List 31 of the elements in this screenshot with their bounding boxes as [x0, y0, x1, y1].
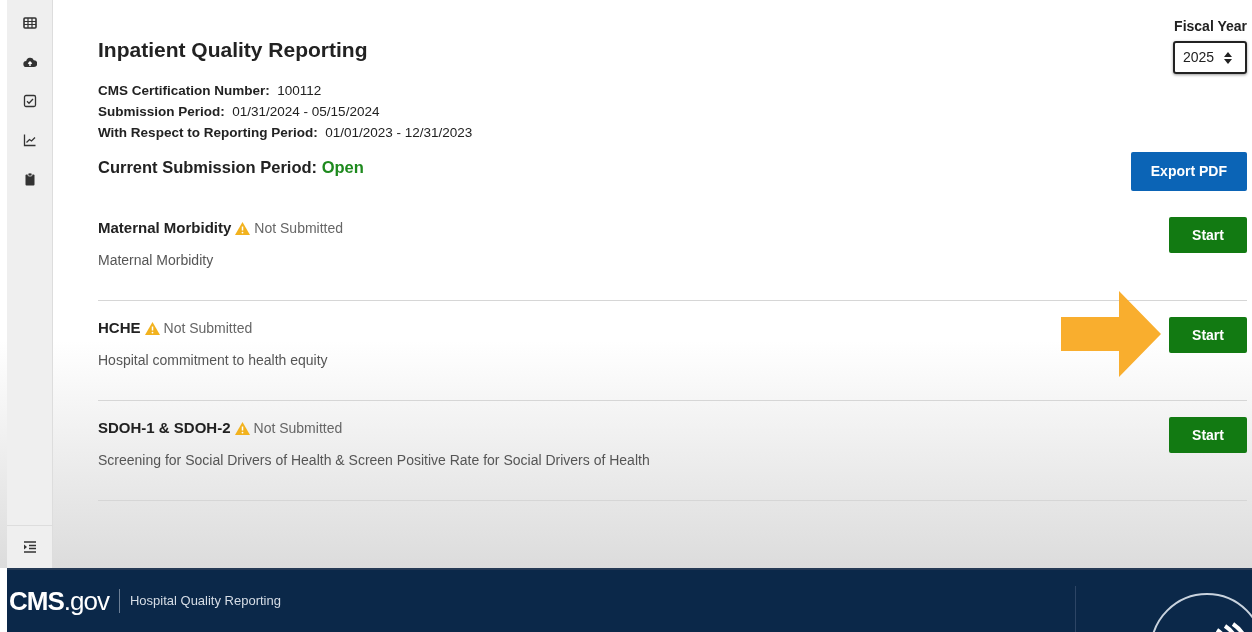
fiscal-year-select[interactable]: 2025 — [1173, 41, 1247, 74]
page-title: Inpatient Quality Reporting — [98, 37, 369, 63]
measure-status: Not Submitted — [163, 318, 253, 338]
measure-name: Maternal Morbidity — [98, 218, 232, 238]
start-button[interactable]: Start — [1169, 217, 1247, 253]
fiscal-year-label: Fiscal Year — [1174, 17, 1247, 36]
measure-description: Hospital commitment to health equity — [98, 350, 328, 370]
line-chart-icon[interactable] — [22, 133, 37, 147]
measure-status: Not Submitted — [254, 218, 344, 238]
sort-arrows-icon — [1224, 51, 1233, 64]
cloud-upload-icon[interactable] — [22, 55, 37, 69]
measure-description: Screening for Social Drivers of Health & Screen Positive Rate for Social Drivers of Health — [98, 450, 650, 470]
submission-status-text: Current Submission Period: Open — [98, 156, 365, 178]
detail-text: CMS Certification Number: 100112 — [98, 81, 323, 100]
warning-icon — [144, 321, 160, 335]
measure-status: Not Submitted — [253, 418, 343, 438]
cms-logo[interactable]: CMS.gov — [9, 581, 109, 621]
indent-list-icon[interactable] — [22, 540, 37, 554]
detail-text: Submission Period: 01/31/2024 - 05/15/2024 — [98, 102, 381, 121]
site-name: Hospital Quality Reporting — [129, 592, 281, 611]
detail-text: With Respect to Reporting Period: 01/01/2023 - 12/31/2023 — [98, 123, 473, 142]
start-button[interactable]: Start — [1169, 417, 1247, 453]
export-pdf-button[interactable]: Export PDF — [1130, 152, 1247, 191]
warning-icon — [235, 221, 251, 235]
table-icon[interactable] — [22, 16, 37, 30]
checkbox-icon[interactable] — [22, 94, 37, 108]
measure-name: HCHE — [98, 318, 141, 338]
start-button[interactable]: Start — [1169, 317, 1247, 353]
measure-name: SDOH-1 & SDOH-2 — [98, 418, 231, 438]
warning-icon — [234, 421, 250, 435]
measure-description: Maternal Morbidity — [98, 250, 215, 270]
